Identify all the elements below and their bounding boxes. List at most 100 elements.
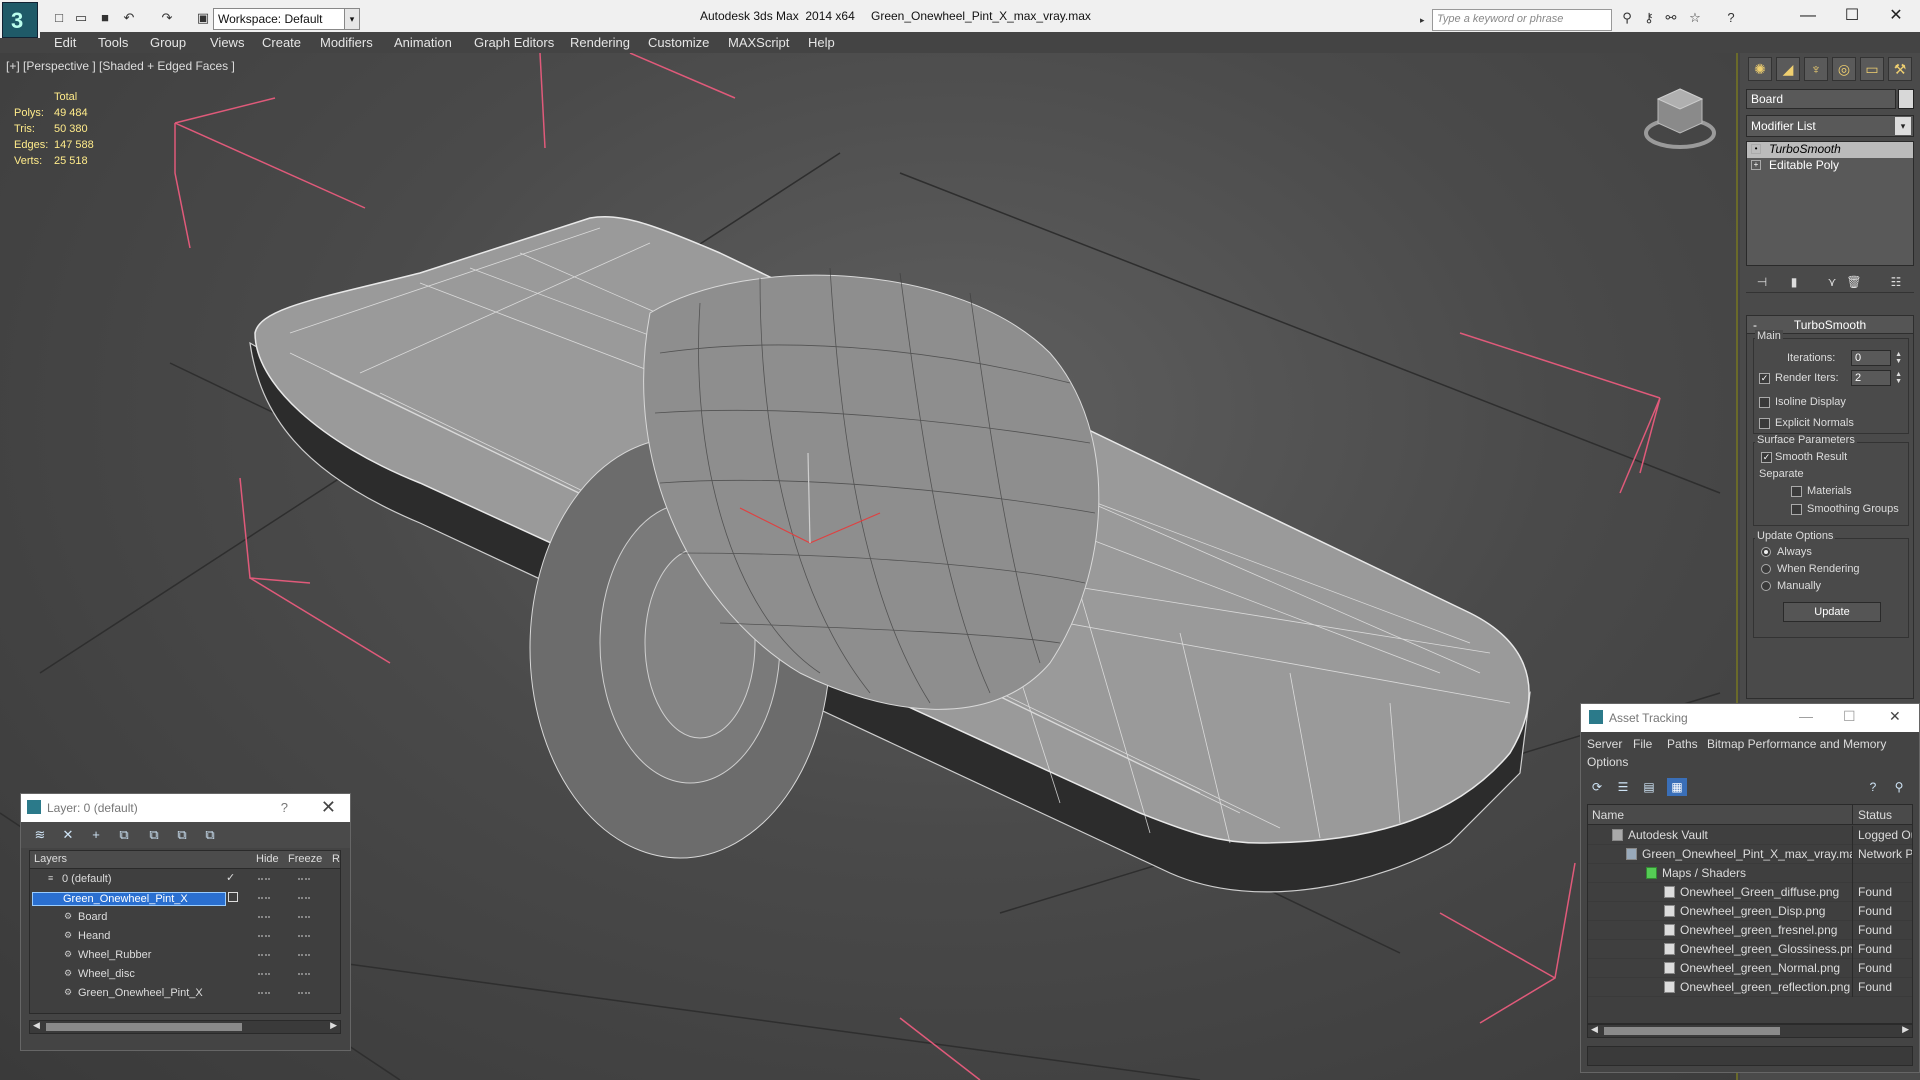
hide-toggle[interactable] <box>258 916 270 918</box>
communication-center-icon[interactable]: ⚯ <box>1662 9 1680 27</box>
update-button[interactable]: Update <box>1783 602 1881 622</box>
save-icon[interactable]: ■ <box>96 9 114 27</box>
scroll-left-icon[interactable]: ◀ <box>33 1020 40 1031</box>
column-status[interactable]: Status <box>1858 808 1892 822</box>
remove-modifier-icon[interactable]: 🗑 <box>1844 273 1864 291</box>
manually-radio[interactable] <box>1761 581 1771 591</box>
smoothing-groups-checkbox[interactable] <box>1791 504 1802 515</box>
workspace-select[interactable]: Workspace: Default ▾ <box>213 8 359 30</box>
freeze-toggle[interactable] <box>298 878 310 880</box>
asset-menu-options[interactable]: Options <box>1587 755 1628 769</box>
asset-row[interactable]: Autodesk Vault Logged Out <box>1588 826 1912 845</box>
minimize-icon[interactable]: — <box>1788 4 1828 28</box>
isoline-display-checkbox[interactable] <box>1759 397 1770 408</box>
materials-checkbox[interactable] <box>1791 486 1802 497</box>
asset-row[interactable]: Onewheel_green_Glossiness.png Found <box>1588 940 1912 959</box>
iterations-spinner[interactable]: 0 ▲ ▼ <box>1851 350 1902 366</box>
star-icon[interactable]: ☆ <box>1686 9 1704 27</box>
asset-row[interactable]: Green_Onewheel_Pint_X_max_vray.max Networ… <box>1588 845 1912 864</box>
set-active-box-icon[interactable] <box>228 892 238 902</box>
horizontal-scrollbar[interactable]: ◀ ▶ <box>29 1020 341 1034</box>
hide-toggle[interactable] <box>258 973 270 975</box>
modifier-list-dropdown[interactable]: Modifier List ▾ <box>1746 115 1914 137</box>
menu-create[interactable]: Create <box>262 35 301 50</box>
search-input[interactable]: Type a keyword or phrase <box>1432 9 1612 31</box>
freeze-toggle[interactable] <box>298 897 310 899</box>
expand-plus-icon[interactable]: + <box>1751 160 1761 170</box>
layer-row[interactable]: ⚙ Board <box>30 908 340 927</box>
hide-toggle[interactable] <box>258 992 270 994</box>
menu-customize[interactable]: Customize <box>648 35 709 50</box>
asset-row[interactable]: Onewheel_Green_diffuse.png Found <box>1588 883 1912 902</box>
asset-row[interactable]: Onewheel_green_Normal.png Found <box>1588 959 1912 978</box>
add-to-layer-icon[interactable]: + <box>87 826 105 844</box>
column-layers[interactable]: Layers <box>34 853 67 865</box>
stack-item-turbosmooth[interactable]: • TurboSmooth <box>1747 142 1913 158</box>
asset-dialog-titlebar[interactable]: Asset Tracking — ☐ ✕ <box>1581 704 1919 732</box>
layer-row[interactable]: ⚙ Wheel_disc <box>30 965 340 984</box>
render-iters-spinner[interactable]: 2 ▲ ▼ <box>1851 370 1902 386</box>
spinner-arrows-icon[interactable]: ▲ ▼ <box>1895 371 1902 385</box>
motion-tab-icon[interactable]: ◎ <box>1832 57 1856 81</box>
app-logo-button[interactable]: 3 <box>2 2 38 38</box>
render-iters-checkbox[interactable]: ✓ <box>1759 373 1770 384</box>
freeze-toggle[interactable] <box>298 992 310 994</box>
asset-menu-server[interactable]: Server <box>1587 737 1622 751</box>
delete-layer-icon[interactable]: ✕ <box>59 826 77 844</box>
asset-menu-bitmap-performance[interactable]: Bitmap Performance and Memory <box>1707 737 1886 751</box>
help-icon[interactable]: ? <box>281 800 288 815</box>
object-name-field[interactable]: Board <box>1746 89 1896 109</box>
horizontal-scrollbar[interactable]: ◀ ▶ <box>1587 1024 1913 1038</box>
close-icon[interactable]: ✕ <box>321 797 336 818</box>
layer-row[interactable]: ≡Green_Onewheel_Pint_X <box>30 889 340 908</box>
refresh-icon[interactable]: ⟳ <box>1587 778 1607 796</box>
open-file-icon[interactable]: ▭ <box>72 9 90 27</box>
details-view-icon[interactable]: ▤ <box>1639 778 1659 796</box>
asset-menu-file[interactable]: File <box>1633 737 1652 751</box>
menu-modifiers[interactable]: Modifiers <box>320 35 373 50</box>
column-render[interactable]: R <box>332 853 340 865</box>
asset-row[interactable]: Maps / Shaders <box>1588 864 1912 883</box>
asset-row[interactable]: Onewheel_green_fresnel.png Found <box>1588 921 1912 940</box>
scroll-right-icon[interactable]: ▶ <box>330 1020 337 1031</box>
menu-edit[interactable]: Edit <box>54 35 76 50</box>
hide-toggle[interactable] <box>258 954 270 956</box>
column-name[interactable]: Name <box>1592 808 1624 822</box>
binoculars-icon[interactable]: ⚲ <box>1618 9 1636 27</box>
menu-help[interactable]: Help <box>808 35 835 50</box>
layer-row[interactable]: ⚙ Heand <box>30 927 340 946</box>
select-objects-icon[interactable]: ⧉ <box>115 826 133 844</box>
lightbulb-icon[interactable]: • <box>1751 144 1761 154</box>
create-tab-icon[interactable]: ✺ <box>1748 57 1772 81</box>
minimize-icon[interactable]: — <box>1799 708 1813 724</box>
layer-row[interactable]: ⚙ Green_Onewheel_Pint_X <box>30 984 340 1003</box>
highlight-layer-icon[interactable]: ⧉ <box>145 826 163 844</box>
menu-views[interactable]: Views <box>210 35 244 50</box>
close-icon[interactable]: ✕ <box>1876 4 1916 28</box>
menu-maxscript[interactable]: MAXScript <box>728 35 789 50</box>
maximize-icon[interactable]: ☐ <box>1832 4 1872 28</box>
modify-tab-icon[interactable]: ◢ <box>1776 57 1800 81</box>
asset-row[interactable]: Onewheel_green_Disp.png Found <box>1588 902 1912 921</box>
scroll-left-icon[interactable]: ◀ <box>1591 1024 1598 1035</box>
help-icon[interactable]: ? <box>1863 778 1883 796</box>
when-rendering-radio[interactable] <box>1761 564 1771 574</box>
close-icon[interactable]: ✕ <box>1889 708 1901 725</box>
show-end-result-icon[interactable]: ▮ <box>1784 273 1804 291</box>
scrollbar-thumb[interactable] <box>1604 1027 1780 1035</box>
table-view-icon[interactable]: ▦ <box>1667 778 1687 796</box>
layer-row[interactable]: ⚙ Wheel_Rubber <box>30 946 340 965</box>
help-icon[interactable]: ? <box>1722 9 1740 27</box>
menu-group[interactable]: Group <box>150 35 186 50</box>
hierarchy-tab-icon[interactable]: ♆ <box>1804 57 1828 81</box>
layer-row[interactable]: ≡ 0 (default) ✓ <box>30 870 340 889</box>
explicit-normals-checkbox[interactable] <box>1759 418 1770 429</box>
column-hide[interactable]: Hide <box>256 853 279 865</box>
object-color-swatch[interactable] <box>1898 89 1914 109</box>
display-tab-icon[interactable]: ▭ <box>1860 57 1884 81</box>
workspace-dropdown-icon[interactable]: ▾ <box>344 8 360 30</box>
project-folder-icon[interactable]: ▣ <box>194 9 212 27</box>
freeze-toggle[interactable] <box>298 916 310 918</box>
menu-graph-editors[interactable]: Graph Editors <box>474 35 554 50</box>
new-file-icon[interactable]: □ <box>50 9 68 27</box>
